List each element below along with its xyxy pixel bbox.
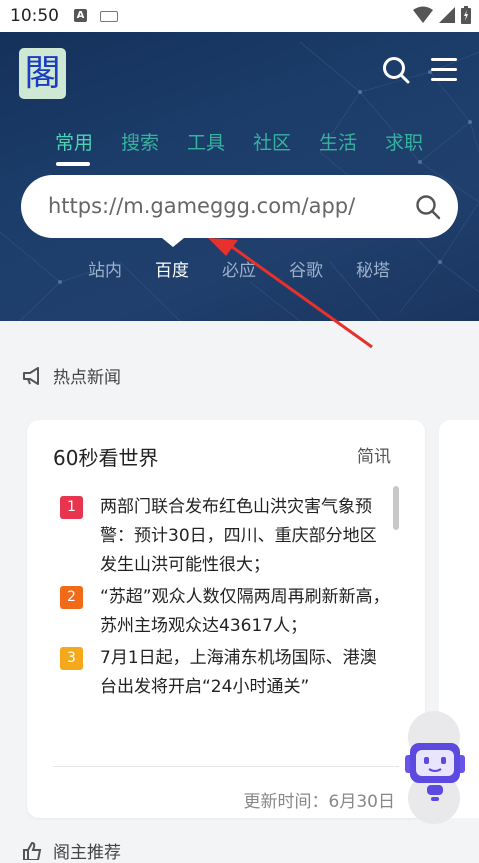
tab-common[interactable]: 常用 (55, 128, 121, 155)
url-search-field[interactable]: https://m.gameggg.com/app/ (21, 175, 458, 238)
tab-search[interactable]: 搜索 (121, 128, 187, 155)
card-title: 60秒看世界 (53, 446, 159, 470)
search-input-text[interactable]: https://m.gameggg.com/app/ (48, 194, 355, 218)
news-text: “苏超”观众人数仅隔两周再刷新新高，苏州主场观众达43617人； (100, 587, 390, 636)
signal-icon (439, 7, 455, 23)
engine-pointer-caret (162, 238, 184, 247)
divider (53, 766, 399, 767)
menu-icon[interactable] (431, 58, 457, 82)
rank-badge: 2 (60, 586, 83, 609)
search-icon[interactable] (382, 56, 410, 84)
wifi-icon (413, 6, 433, 23)
tab-community[interactable]: 社区 (253, 128, 319, 155)
news-list[interactable]: 1 两部门联合发布红色山洪灾害气象预警：预计30日，四川、重庆部分地区发生山洪可… (60, 493, 390, 747)
battery-icon (461, 6, 471, 24)
search-engine-tabs: 站内 百度 必应 谷歌 秘塔 (88, 256, 423, 281)
active-tab-indicator (56, 162, 90, 166)
hot-news-title: 热点新闻 (53, 368, 121, 388)
megaphone-icon (23, 366, 39, 385)
engine-metaso[interactable]: 秘塔 (356, 256, 423, 281)
category-tabs: 常用 搜索 工具 社区 生活 求职 (55, 128, 451, 155)
update-time: 更新时间：6月30日 (243, 792, 395, 812)
rank-badge: 3 (60, 647, 83, 670)
tab-jobs[interactable]: 求职 (385, 128, 451, 155)
app-logo[interactable]: 閣 (19, 48, 66, 99)
list-item[interactable]: 1 两部门联合发布红色山洪灾害气象预警：预计30日，四川、重庆部分地区发生山洪可… (60, 493, 390, 580)
keyboard-icon (100, 11, 118, 22)
status-time: 10:50 (10, 6, 59, 26)
news-text: 两部门联合发布红色山洪灾害气象预警：预计30日，四川、重庆部分地区发生山洪可能性… (100, 497, 377, 575)
rank-badge: 1 (60, 496, 83, 519)
scrollbar[interactable] (393, 486, 399, 530)
engine-site[interactable]: 站内 (88, 256, 155, 281)
news-card: 60秒看世界 简讯 1 两部门联合发布红色山洪灾害气象预警：预计30日，四川、重… (27, 420, 425, 818)
engine-baidu[interactable]: 百度 (155, 256, 222, 281)
status-bar: 10:50 A (0, 0, 479, 32)
list-item[interactable]: 2 “苏超”观众人数仅隔两周再刷新新高，苏州主场观众达43617人； (60, 583, 390, 641)
search-submit-icon[interactable] (415, 194, 441, 220)
tab-tools[interactable]: 工具 (187, 128, 253, 155)
accessibility-a-icon: A (74, 9, 87, 22)
news-text: 7月1日起，上海浦东机场国际、港澳台出发将开启“24小时通关” (100, 648, 377, 697)
tab-life[interactable]: 生活 (319, 128, 385, 155)
card-tag[interactable]: 简讯 (357, 442, 391, 467)
list-item[interactable]: 3 7月1日起，上海浦东机场国际、港澳台出发将开启“24小时通关” (60, 644, 390, 702)
engine-google[interactable]: 谷歌 (289, 256, 356, 281)
engine-bing[interactable]: 必应 (222, 256, 289, 281)
robot-assistant-icon[interactable] (401, 741, 469, 803)
hot-news-header: 热点新闻 (22, 363, 121, 388)
hero-header: 閣 常用 搜索 工具 社区 生活 求职 https://m.gameggg.co… (0, 32, 479, 321)
